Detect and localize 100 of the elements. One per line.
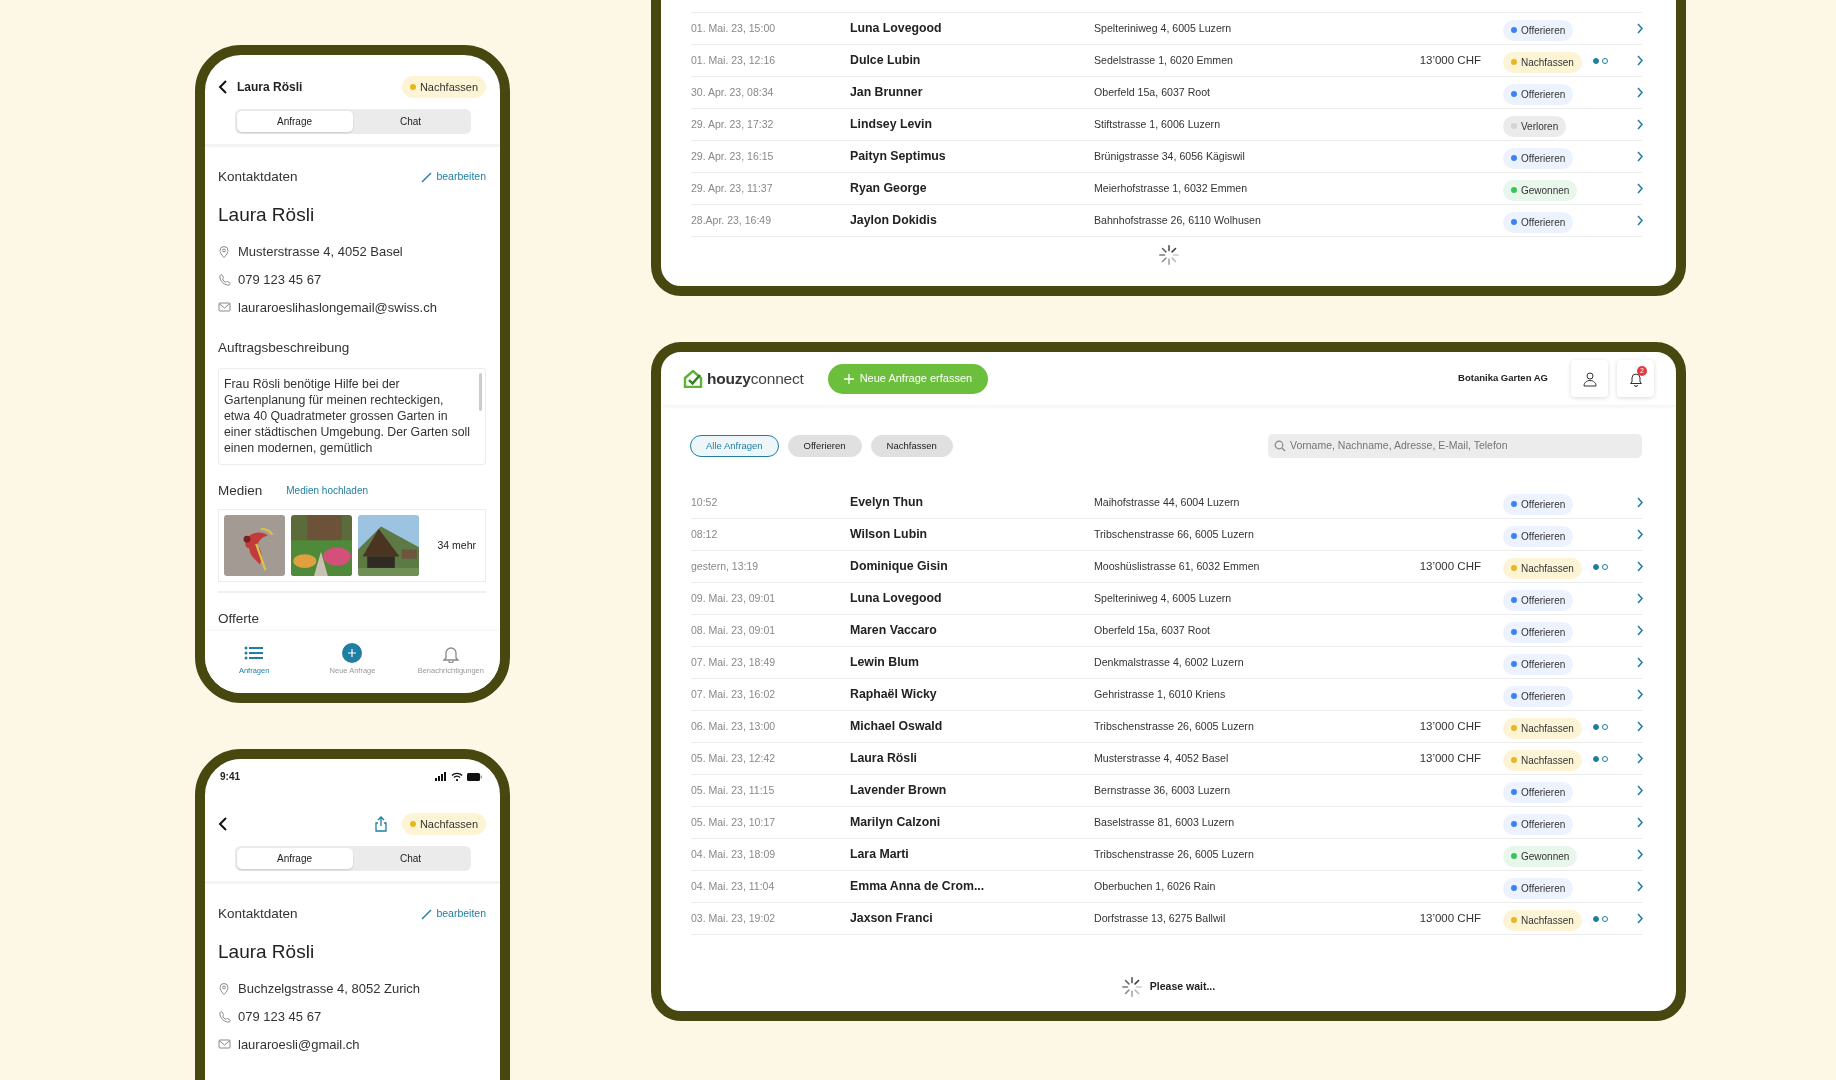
- request-time: 29. Apr. 23, 16:15: [691, 148, 775, 164]
- client-name: Dominique Gisin: [850, 558, 949, 576]
- price-text: 13’000 CHF: [1418, 750, 1481, 766]
- chevron-icon[interactable]: [1636, 689, 1644, 700]
- client-address: Stiftstrasse 1, 6006 Luzern: [1094, 116, 1222, 132]
- client-name: Lara Marti: [850, 846, 910, 864]
- chevron-icon[interactable]: [1636, 87, 1644, 98]
- user-icon: [1581, 370, 1598, 387]
- chevron-icon[interactable]: [1636, 151, 1644, 162]
- tab[interactable]: Chat: [352, 111, 469, 132]
- client-address: Bernstrasse 36, 6003 Luzern: [1094, 782, 1232, 798]
- edit-link[interactable]: bearbeiten: [421, 169, 486, 185]
- chevron-icon[interactable]: [1636, 753, 1644, 764]
- filter-chip[interactable]: Alle Anfragen: [690, 435, 779, 457]
- client-address: Musterstrasse 4, 4052 Basel: [1094, 750, 1230, 766]
- client-name: Raphaël Wicky: [850, 686, 938, 704]
- upload-link[interactable]: Medien hochladen: [286, 483, 368, 499]
- more-count[interactable]: 34 mehr: [437, 537, 476, 554]
- status-label: Nachfassen: [1521, 55, 1574, 70]
- chevron-icon[interactable]: [1636, 23, 1644, 34]
- chevron-icon[interactable]: [1636, 119, 1644, 130]
- price-text: 13’000 CHF: [1418, 910, 1481, 926]
- client-name: Jaylon Dokidis: [850, 212, 938, 230]
- client-name: Jan Brunner: [850, 84, 924, 102]
- chevron-icon[interactable]: [1636, 183, 1644, 194]
- client-name: Ryan George: [850, 180, 928, 198]
- back-icon[interactable]: [217, 79, 229, 95]
- request-time: 08:12: [691, 526, 719, 542]
- chevron-icon[interactable]: [1636, 55, 1644, 66]
- client-name: Luna Lovegood: [850, 590, 943, 608]
- filter-chip[interactable]: Nachfassen: [870, 435, 953, 457]
- client-address: Spelteriniweg 4, 6005 Luzern: [1094, 20, 1233, 36]
- chevron-icon[interactable]: [1636, 497, 1644, 508]
- client-address: Brünigstrasse 34, 6056 Kägiswil: [1094, 148, 1246, 164]
- status-label: Nachfassen: [1521, 753, 1574, 768]
- search-field[interactable]: Vorname, Nachname, Adresse, E-Mail, Telefon: [1268, 434, 1642, 458]
- status-label: Offerieren: [1521, 689, 1566, 704]
- contact-email: lauraroesli@gmail.ch: [238, 1035, 360, 1054]
- status-label: Offerieren: [1521, 215, 1566, 230]
- chevron-icon[interactable]: [1636, 657, 1644, 668]
- tab[interactable]: Chat: [352, 848, 469, 869]
- location-pin-icon: [218, 981, 231, 996]
- client-name: Wilson Lubin: [850, 526, 929, 544]
- request-time: 05. Mai. 23, 12:42: [691, 750, 777, 766]
- back-icon[interactable]: [217, 816, 229, 832]
- client-address: Bahnhofstrasse 26, 6110 Wolhusen: [1094, 212, 1262, 228]
- contact-email: lauraroeslihaslongemail@swiss.ch: [238, 298, 437, 317]
- chevron-icon[interactable]: [1636, 593, 1644, 604]
- contact-phone: 079 123 45 67: [238, 1007, 322, 1026]
- request-time: 06. Mai. 23, 13:00: [691, 718, 777, 734]
- client-address: Denkmalstrasse 4, 6002 Luzern: [1094, 654, 1245, 670]
- client-name: Jaxson Franci: [850, 910, 934, 928]
- plus-icon: [342, 643, 363, 663]
- status-label: Nachfassen: [1521, 561, 1574, 576]
- client-address: Tribschenstrasse 26, 6005 Luzern: [1094, 718, 1255, 734]
- bell-icon: [1627, 370, 1644, 387]
- status-label: Nachfassen: [419, 816, 478, 832]
- chevron-icon[interactable]: [1636, 785, 1644, 796]
- chevron-icon[interactable]: [1636, 721, 1644, 732]
- chevron-icon[interactable]: [1636, 817, 1644, 828]
- share-icon[interactable]: [373, 816, 388, 832]
- chevron-icon[interactable]: [1636, 913, 1644, 924]
- signal-icon: [435, 772, 447, 781]
- client-address: Spelteriniweg 4, 6005 Luzern: [1094, 590, 1233, 606]
- client-name: Michael Oswald: [850, 718, 944, 736]
- chevron-icon[interactable]: [1636, 215, 1644, 226]
- status-label: Offerieren: [1521, 625, 1566, 640]
- tab[interactable]: Anfrage: [236, 111, 353, 132]
- status-label: Offerieren: [1521, 881, 1566, 896]
- client-name: Marilyn Calzoni: [850, 814, 942, 832]
- contact-phone: 079 123 45 67: [238, 270, 322, 289]
- location-pin-icon: [218, 244, 231, 259]
- spinner-icon: [1158, 245, 1179, 265]
- request-time: 10:52: [691, 494, 719, 510]
- request-time: 09. Mai. 23, 09:01: [691, 590, 777, 606]
- pencil-icon: [421, 171, 433, 183]
- chevron-icon[interactable]: [1636, 625, 1644, 636]
- section-heading: Medien: [218, 482, 263, 500]
- status-label: Offerieren: [1521, 785, 1566, 800]
- tab[interactable]: Anfrage: [236, 848, 353, 869]
- phone-icon: [218, 1009, 231, 1024]
- request-time: 01. Mai. 23, 12:16: [691, 52, 777, 68]
- user-button[interactable]: [1571, 360, 1608, 397]
- chevron-icon[interactable]: [1636, 849, 1644, 860]
- client-name: Evelyn Thun: [850, 494, 925, 512]
- request-time: 28.Apr. 23, 16:49: [691, 212, 772, 228]
- contact-address: Musterstrasse 4, 4052 Basel: [238, 242, 403, 261]
- description-text: Frau Rösli benötige Hilfe bei der Gartenplanung für meinen rechteckigen, etwa 40 Quadratmeter grossen Garten in einer städtischen Umgebung. Der Garten soll einen modernen, gemütlich: [224, 376, 471, 455]
- section-heading: Kontaktdaten: [218, 169, 298, 186]
- chevron-icon[interactable]: [1636, 561, 1644, 572]
- screen-title: Laura Rösli: [237, 79, 303, 96]
- chevron-icon[interactable]: [1636, 529, 1644, 540]
- status-label: Offerieren: [1521, 593, 1566, 608]
- status-label: Offerieren: [1521, 23, 1566, 38]
- filter-chip[interactable]: Offerieren: [787, 435, 862, 457]
- edit-link[interactable]: bearbeiten: [421, 906, 486, 922]
- client-address: Mooshüslistrasse 61, 6032 Emmen: [1094, 558, 1261, 574]
- chevron-icon[interactable]: [1636, 881, 1644, 892]
- request-time: 05. Mai. 23, 10:17: [691, 814, 777, 830]
- status-label: Verloren: [1521, 119, 1559, 134]
